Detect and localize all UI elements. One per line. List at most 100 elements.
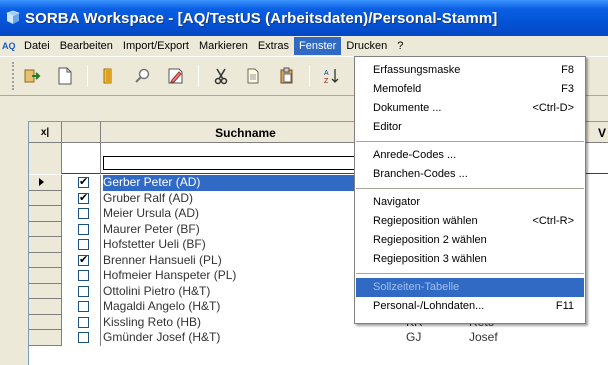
row-indicator[interactable] [29,283,62,299]
fenster-menu-item[interactable]: Regieposition 3 wählen [355,250,585,269]
fenster-menu-item[interactable]: Navigator [355,193,585,212]
row-indicator[interactable] [29,237,62,253]
row-checkbox[interactable] [78,191,89,204]
row-checkbox-cell [62,268,101,284]
row-checkbox[interactable] [78,301,89,312]
row-indicator[interactable] [29,314,62,330]
exit-icon[interactable] [21,65,43,87]
row-checkbox[interactable] [78,175,89,188]
fenster-menu-item[interactable]: Anrede-Codes ... [355,146,585,165]
row-indicator[interactable] [29,299,62,315]
toolbar-separator [309,65,310,87]
search-icon[interactable] [132,65,154,87]
title-bar: SORBA Workspace - [AQ/TestUS (Arbeitsdat… [0,0,608,36]
menu-bar: AQ Datei Bearbeiten Import/Export Markie… [0,36,608,56]
menu-item-label: Personal-/Lohndaten... [373,300,485,312]
row-indicator[interactable] [29,221,62,237]
menu-item-label: Navigator [373,196,421,208]
menu-datei[interactable]: Datei [19,37,55,55]
mdi-document-icon[interactable]: AQ [2,41,16,51]
suchname-cell[interactable]: Maurer Peter (BF) [103,222,200,238]
table-row[interactable]: Gmünder Josef (H&T) GJ Josef [29,330,608,346]
row-checkbox[interactable] [78,332,89,343]
menu-item-shortcut: F11 [555,300,574,312]
header-indicator[interactable]: x| [29,122,62,143]
header-checkbox-column[interactable] [62,122,101,143]
kuerzel-cell[interactable]: GJ [406,330,421,345]
row-indicator[interactable] [29,268,62,284]
row-checkbox[interactable] [78,253,89,266]
row-indicator[interactable] [29,175,62,191]
fenster-menu-item[interactable]: Dokumente ... <Ctrl-D> [355,99,585,118]
fenster-menu-item[interactable]: Personal-/Lohndaten... F11 [355,297,585,316]
copy-icon[interactable] [243,65,265,87]
svg-text:A: A [324,70,329,77]
menu-item-label: Editor [373,121,402,133]
app-icon[interactable] [5,10,21,26]
row-indicator[interactable] [29,252,62,268]
edit-icon[interactable] [165,65,187,87]
suchname-cell[interactable]: Gerber Peter (AD) [103,175,385,191]
toolbar-grip[interactable] [12,62,15,90]
sort-icon[interactable]: AZ [321,65,343,87]
suchname-cell[interactable]: Hofstetter Ueli (BF) [103,237,206,253]
suchname-cell[interactable]: Meier Ursula (AD) [103,206,199,222]
suchname-filter-input[interactable] [103,156,363,170]
row-checkbox-cell [62,314,101,330]
menu-item-label: Anrede-Codes ... [373,149,457,161]
row-checkbox[interactable] [78,270,89,281]
fenster-menu-item[interactable]: Branchen-Codes ... [355,165,585,184]
open-folder-icon[interactable] [99,65,121,87]
new-document-icon[interactable] [54,65,76,87]
row-checkbox[interactable] [78,316,89,328]
fenster-menu-item[interactable]: Regieposition wählen <Ctrl-R> [355,212,585,231]
suchname-cell[interactable]: Brenner Hansueli (PL) [103,253,222,269]
fenster-menu-item[interactable]: Memofeld F3 [355,80,585,99]
fenster-menu-item[interactable]: Erfassungsmaske F8 [355,61,585,80]
cut-icon[interactable] [210,65,232,87]
row-checkbox-cell [62,206,101,222]
row-indicator[interactable] [29,330,62,346]
menu-item-label: Regieposition 3 wählen [373,253,487,265]
menu-extras[interactable]: Extras [253,37,294,55]
menu-markieren[interactable]: Markieren [194,37,253,55]
row-checkbox-cell [62,283,101,299]
fenster-menu-item[interactable]: Sollzeiten-Tabelle [356,278,584,297]
menu-item-label: Memofeld [373,83,422,95]
menu-separator [356,188,584,189]
row-checkbox-cell [62,330,101,346]
suchname-cell[interactable]: Magaldi Angelo (H&T) [103,299,220,315]
fenster-menu-item[interactable]: Regieposition 2 wählen [355,231,585,250]
menu-item-shortcut: <Ctrl-D> [532,102,574,114]
filter-indicator [29,143,62,174]
toolbar-separator [198,65,199,87]
row-checkbox-cell [62,299,101,315]
menu-item-shortcut: F3 [561,83,574,95]
row-checkbox-cell [62,221,101,237]
menu-bearbeiten[interactable]: Bearbeiten [55,37,118,55]
header-suchname[interactable]: Suchname [101,122,391,143]
suchname-cell[interactable]: Ottolini Pietro (H&T) [103,284,210,300]
menu-separator [356,141,584,142]
row-indicator[interactable] [29,190,62,206]
row-checkbox[interactable] [78,223,89,235]
row-indicator[interactable] [29,206,62,222]
menu-import-export[interactable]: Import/Export [118,37,194,55]
suchname-cell[interactable]: Gmünder Josef (H&T) [103,330,220,346]
row-checkbox[interactable] [78,208,89,219]
paste-icon[interactable] [276,65,298,87]
fenster-menu-item[interactable]: Editor [355,118,585,137]
row-checkbox-cell [62,237,101,253]
window-title: SORBA Workspace - [AQ/TestUS (Arbeitsdat… [25,9,498,27]
row-checkbox[interactable] [78,285,89,297]
menu-help[interactable]: ? [392,37,408,55]
menu-fenster[interactable]: Fenster [294,37,342,55]
vorname-cell[interactable]: Josef [469,330,498,345]
suchname-cell[interactable]: Hofmeier Hanspeter (PL) [103,268,236,284]
menu-item-shortcut: <Ctrl-R> [532,215,574,227]
row-checkbox-cell [62,175,101,191]
row-checkbox[interactable] [78,239,89,250]
suchname-cell[interactable]: Gruber Ralf (AD) [103,191,193,207]
suchname-cell[interactable]: Kissling Reto (HB) [103,315,201,331]
menu-drucken[interactable]: Drucken [341,37,392,55]
